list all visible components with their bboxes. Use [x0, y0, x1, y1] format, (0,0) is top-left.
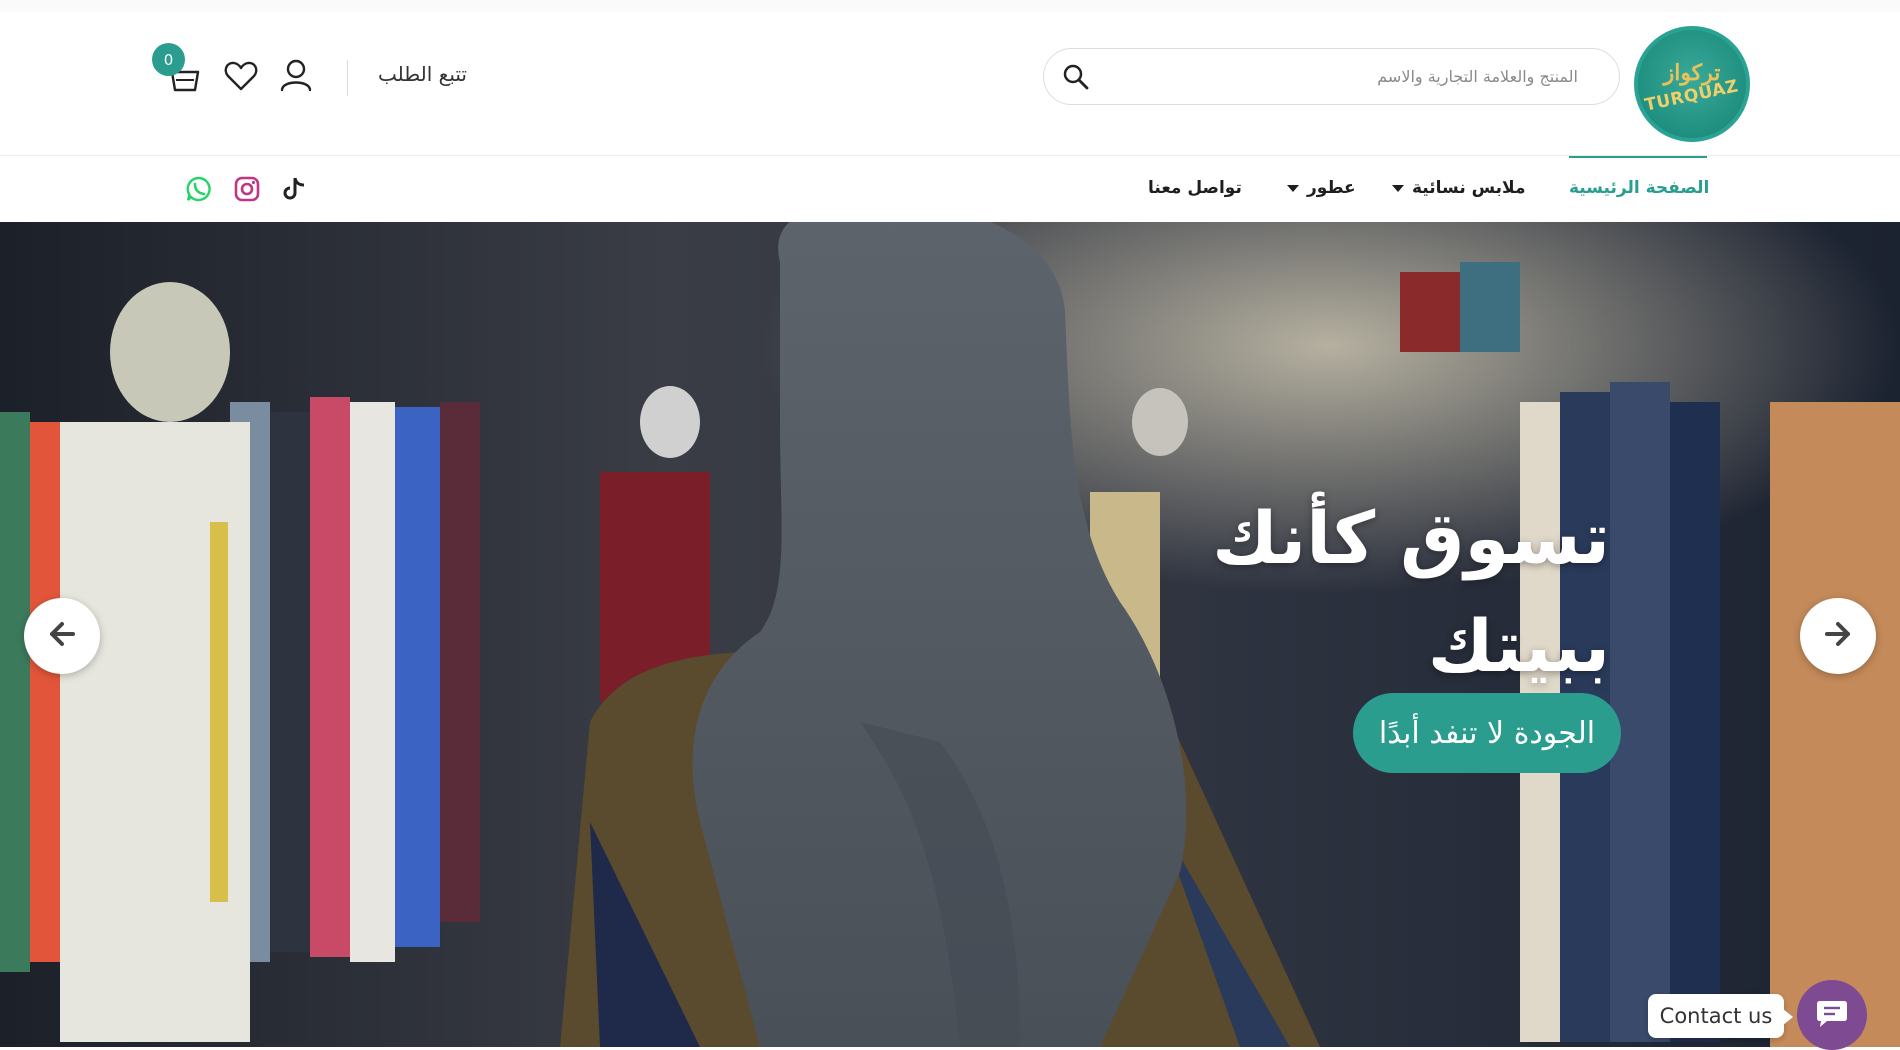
- account-icon[interactable]: [279, 58, 313, 92]
- hero-cta-button[interactable]: الجودة لا تنفد أبدًا: [1353, 693, 1621, 773]
- hero-title: تسوق كأنك ببيتك: [1010, 484, 1610, 700]
- contact-us-button[interactable]: [1797, 980, 1867, 1050]
- caret-down-icon: [1392, 184, 1404, 192]
- slider-next-button[interactable]: [1800, 598, 1876, 674]
- nav-item-label: عطور: [1307, 178, 1356, 198]
- nav-item-label: الصفحة الرئيسية: [1569, 178, 1710, 198]
- slider-prev-button[interactable]: [24, 598, 100, 674]
- hero-title-line-1: تسوق كأنك: [1212, 496, 1610, 580]
- hero-title-line-2: ببيتك: [1427, 604, 1610, 688]
- arrow-right-icon: [1823, 619, 1853, 653]
- active-indicator: [1569, 156, 1707, 158]
- contact-us-label[interactable]: Contact us: [1648, 994, 1793, 1038]
- whatsapp-icon[interactable]: [186, 176, 212, 202]
- nav-item-contact[interactable]: تواصل معنا: [1148, 178, 1242, 198]
- nav-item-home[interactable]: الصفحة الرئيسية: [1569, 178, 1709, 198]
- nav-item-label: تواصل معنا: [1148, 178, 1242, 198]
- hero-banner: تسوق كأنك ببيتك الجودة لا تنفد أبدًا: [0, 222, 1900, 1047]
- divider: [347, 60, 348, 96]
- nav-item-perfumes[interactable]: عطور: [1287, 178, 1356, 198]
- nav-item-label: ملابس نسائية: [1412, 178, 1526, 198]
- wishlist-icon[interactable]: [224, 60, 258, 94]
- hero-background-image: [0, 222, 1900, 1047]
- cart-count-badge: 0: [152, 43, 185, 76]
- logo[interactable]: تركواز TURQUAZ: [1634, 26, 1750, 142]
- chat-bubble-icon: [1815, 997, 1849, 1033]
- search-icon[interactable]: [1062, 63, 1090, 91]
- search-bar: [1043, 48, 1620, 105]
- caret-down-icon: [1287, 184, 1299, 192]
- tiktok-icon[interactable]: [281, 176, 307, 202]
- nav-item-womens-clothing[interactable]: ملابس نسائية: [1392, 178, 1525, 198]
- search-input[interactable]: [1104, 67, 1604, 86]
- instagram-icon[interactable]: [234, 176, 260, 202]
- track-order-link[interactable]: تتبع الطلب: [378, 62, 467, 86]
- arrow-left-icon: [47, 619, 77, 653]
- header: تركواز TURQUAZ تتبع الطلب 0: [0, 0, 1900, 156]
- top-strip: [0, 0, 1900, 12]
